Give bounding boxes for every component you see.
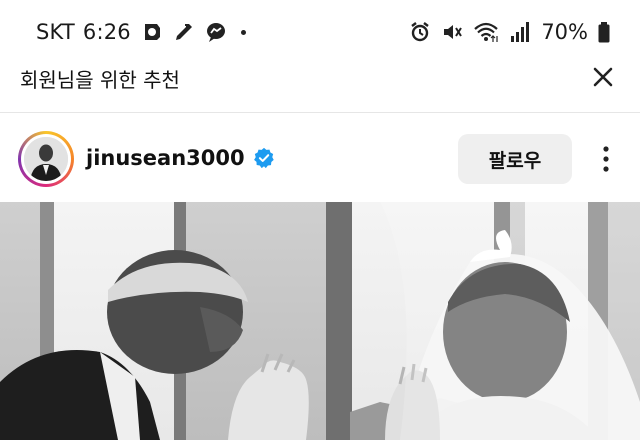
status-right: 70% — [409, 20, 610, 44]
status-left: SKT 6:26 — [36, 20, 246, 44]
post-header: jinusean3000 팔로우 — [0, 122, 640, 194]
carrier-label: SKT — [36, 20, 75, 44]
battery-percent: 70% — [541, 20, 588, 44]
mute-icon — [444, 25, 463, 39]
clock: 6:26 — [82, 20, 131, 44]
verified-badge-icon — [253, 147, 274, 169]
wifi-icon — [474, 22, 499, 42]
header-divider — [0, 112, 640, 113]
story-ring[interactable] — [18, 131, 74, 187]
alarm-icon — [411, 22, 430, 42]
notification-app-icon — [144, 24, 160, 40]
avatar-photo — [24, 137, 68, 181]
username[interactable]: jinusean3000 — [86, 146, 245, 170]
recommendations-header: 회원님을 위한 추천 — [0, 56, 640, 112]
status-bar: SKT 6:26 70% — [0, 0, 640, 56]
username-row: jinusean3000 — [86, 146, 275, 170]
post-image[interactable] — [0, 202, 640, 440]
follow-button[interactable]: 팔로우 — [458, 134, 572, 184]
close-icon[interactable] — [590, 64, 616, 90]
messenger-icon — [206, 23, 225, 42]
edit-app-icon — [175, 24, 192, 40]
signal-icon — [511, 22, 530, 42]
avatar[interactable] — [24, 137, 68, 181]
wedding-photo — [0, 202, 640, 440]
page-title: 회원님을 위한 추천 — [20, 68, 180, 92]
battery-icon — [598, 22, 610, 43]
more-vertical-icon[interactable] — [594, 144, 618, 174]
more-dot-icon — [240, 29, 246, 35]
